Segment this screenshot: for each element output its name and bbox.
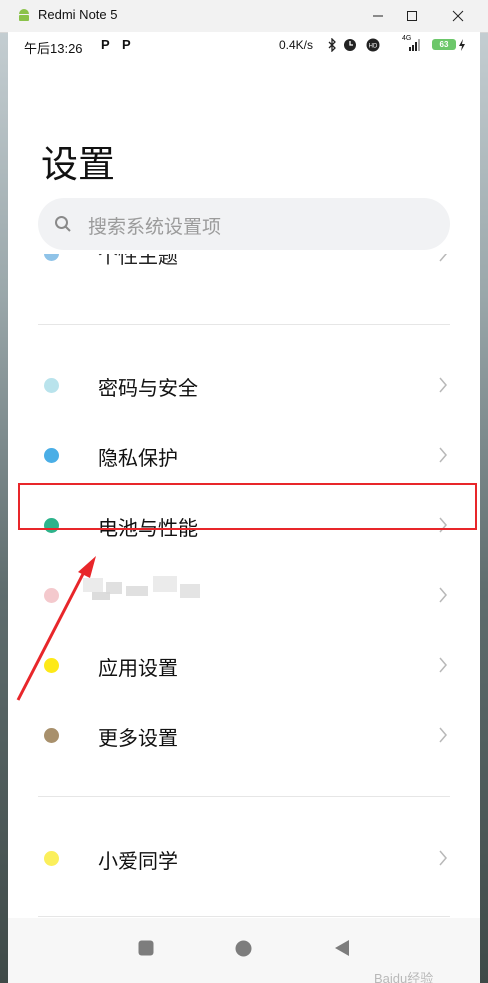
annotation-arrow-icon bbox=[16, 556, 96, 701]
